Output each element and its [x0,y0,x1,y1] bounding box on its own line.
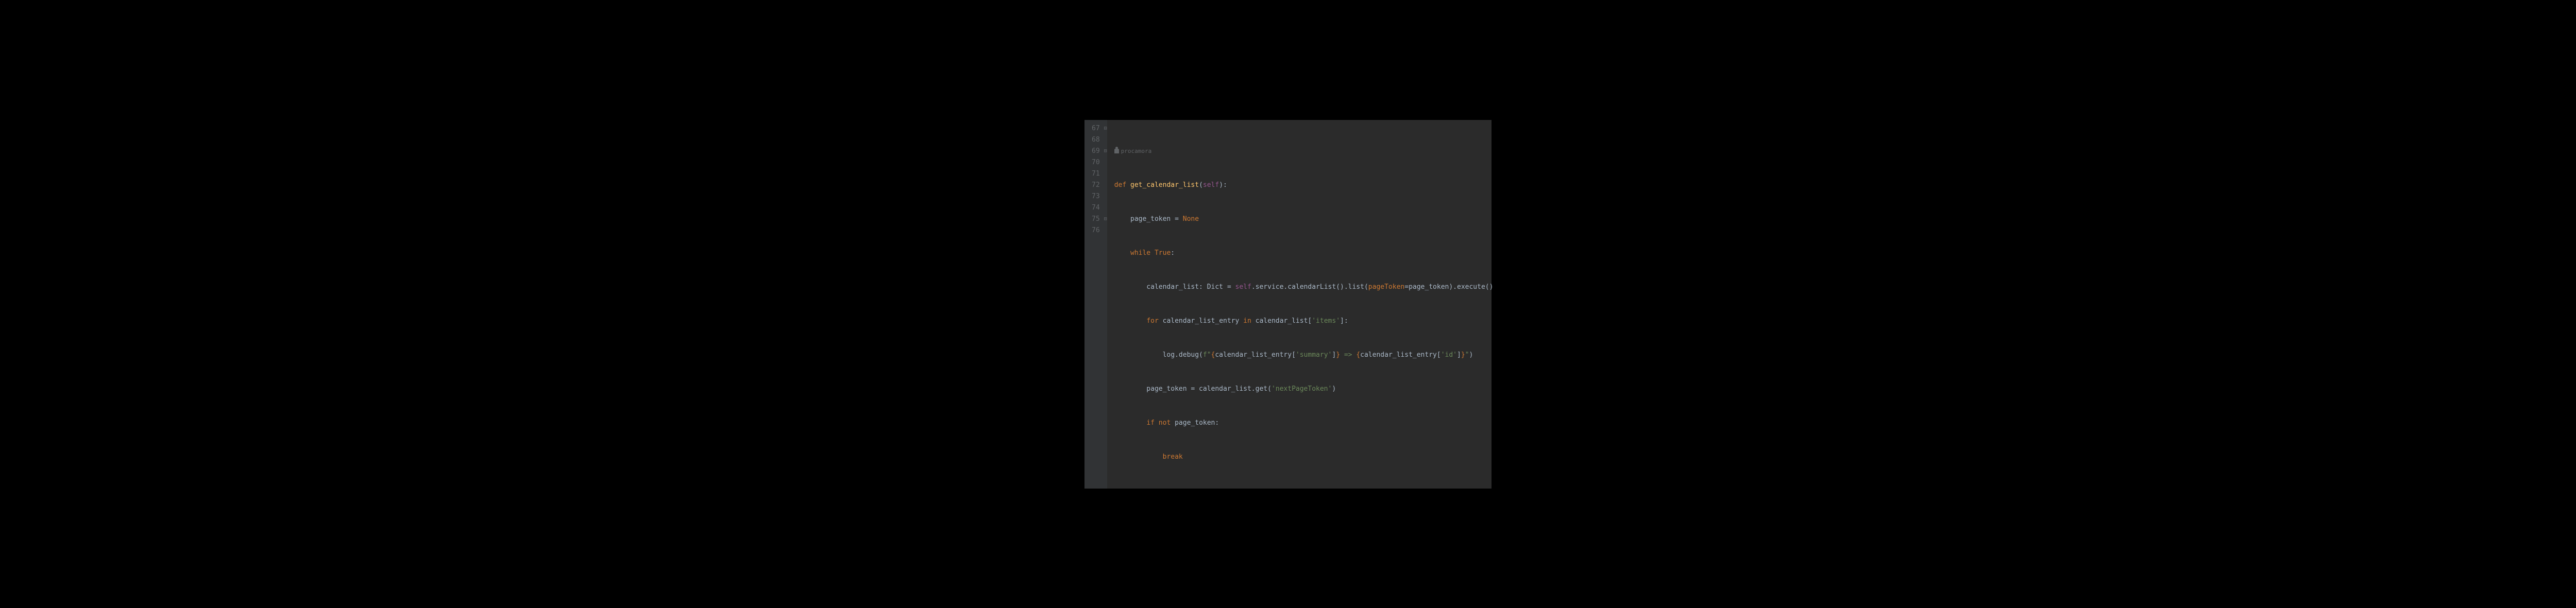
line-number: 74 [1092,202,1100,214]
line-number: 69 [1092,146,1100,157]
code-line: while True: [1114,248,1494,259]
line-number: 73 [1092,191,1100,202]
code-line: calendar_list: Dict = self.service.calen… [1114,282,1494,293]
code-editor: 67 68 69 70 71 72 73 74 75 76 ⊟ ⊟ ⊟ proc… [1084,120,1492,489]
line-number: 75 [1092,214,1100,225]
code-area[interactable]: procamora def get_calendar_list(self): p… [1107,120,1499,489]
code-line: log.debug(f"{calendar_list_entry['summar… [1114,350,1494,361]
person-icon [1114,149,1119,153]
line-number: 68 [1092,134,1100,146]
code-line: break [1114,451,1494,463]
author-name: procamora [1121,148,1152,154]
code-line: if not page_token: [1114,418,1494,429]
line-number: 70 [1092,157,1100,168]
line-number-gutter: 67 68 69 70 71 72 73 74 75 76 [1084,120,1104,489]
code-line: page_token = calendar_list.get('nextPage… [1114,384,1494,395]
author-annotation: procamora [1114,146,1494,157]
line-number: 71 [1092,168,1100,180]
code-line: page_token = None [1114,214,1494,225]
line-number: 76 [1092,225,1100,236]
line-number: 67 [1092,123,1100,134]
line-number: 72 [1092,180,1100,191]
code-line: for calendar_list_entry in calendar_list… [1114,316,1494,327]
code-line: def get_calendar_list(self): [1114,180,1494,191]
